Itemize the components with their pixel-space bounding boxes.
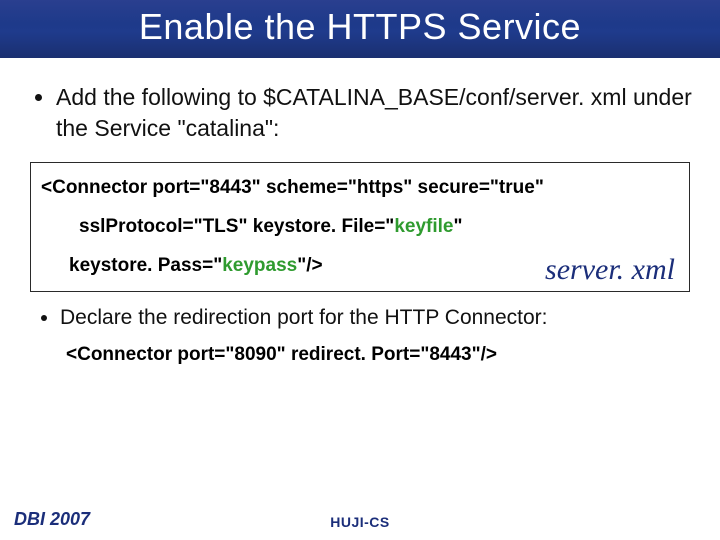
code-line-2-pre: sslProtocol="TLS" keystore. File=": [79, 216, 394, 237]
code-line-3-post: "/>: [297, 255, 322, 276]
code-line-3-pre: keystore. Pass=": [69, 255, 222, 276]
code-line-2-post: ": [453, 216, 462, 237]
bullet-2: Declare the redirection port for the HTT…: [60, 306, 698, 330]
code-box-connector-https: <Connector port="8443" scheme="https" se…: [30, 162, 690, 292]
footer-center: HUJI-CS: [330, 514, 390, 530]
slide-body: Add the following to $CATALINA_BASE/conf…: [0, 58, 720, 366]
code-line-redirect: <Connector port="8090" redirect. Port="8…: [66, 344, 698, 366]
title-band: Enable the HTTPS Service: [0, 0, 720, 58]
code-line-1: <Connector port="8443" scheme="https" se…: [41, 177, 679, 200]
code-badge-serverxml: server. xml: [545, 253, 675, 287]
footer-left: DBI 2007: [14, 509, 90, 530]
bullet-list-2: Declare the redirection port for the HTT…: [22, 306, 698, 330]
code-keypass: keypass: [222, 255, 297, 276]
footer: DBI 2007 HUJI-CS: [0, 509, 720, 530]
slide-title: Enable the HTTPS Service: [14, 6, 706, 48]
bullet-1: Add the following to $CATALINA_BASE/conf…: [56, 82, 698, 144]
code-line-2: sslProtocol="TLS" keystore. File="keyfil…: [41, 216, 679, 239]
bullet-list-1: Add the following to $CATALINA_BASE/conf…: [22, 82, 698, 144]
code-keyfile: keyfile: [394, 216, 453, 237]
